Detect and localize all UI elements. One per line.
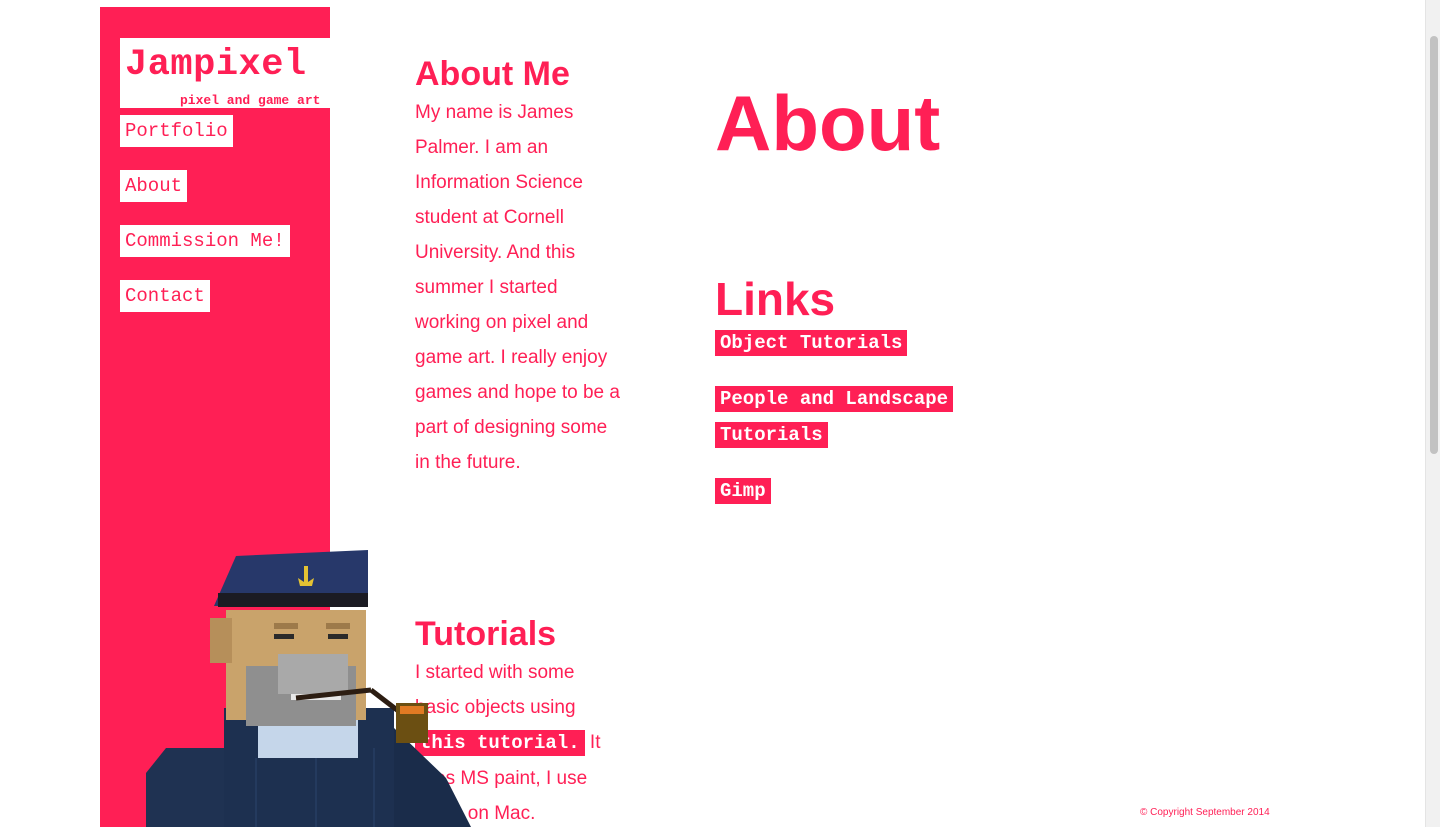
about-me-text: My name is James Palmer. I am an Informa… xyxy=(415,102,620,473)
link-object-tutorials[interactable]: Object Tutorials xyxy=(715,330,908,356)
nav-about[interactable]: About xyxy=(120,170,188,202)
link-people-landscape-tutorials[interactable]: People and Landscape Tutorials xyxy=(715,386,954,448)
links-list: Object Tutorials People and Landscape Tu… xyxy=(715,325,975,529)
links-heading: Links xyxy=(715,273,836,325)
nav-portfolio[interactable]: Portfolio xyxy=(120,115,233,147)
sailor-pixel-art xyxy=(146,550,471,827)
logo-title[interactable]: Jampixel xyxy=(125,44,307,86)
logo-subtitle: pixel and game art xyxy=(180,93,321,108)
scrollbar-thumb[interactable] xyxy=(1430,36,1438,454)
nav-commission[interactable]: Commission Me! xyxy=(120,225,290,257)
link-gimp[interactable]: Gimp xyxy=(715,478,771,504)
about-me-heading: About Me xyxy=(415,55,570,93)
page-title: About xyxy=(715,79,941,167)
scrollbar[interactable] xyxy=(1425,0,1440,827)
nav-contact[interactable]: Contact xyxy=(120,280,210,312)
copyright-footer: © Copyright September 2014 xyxy=(1140,807,1270,818)
